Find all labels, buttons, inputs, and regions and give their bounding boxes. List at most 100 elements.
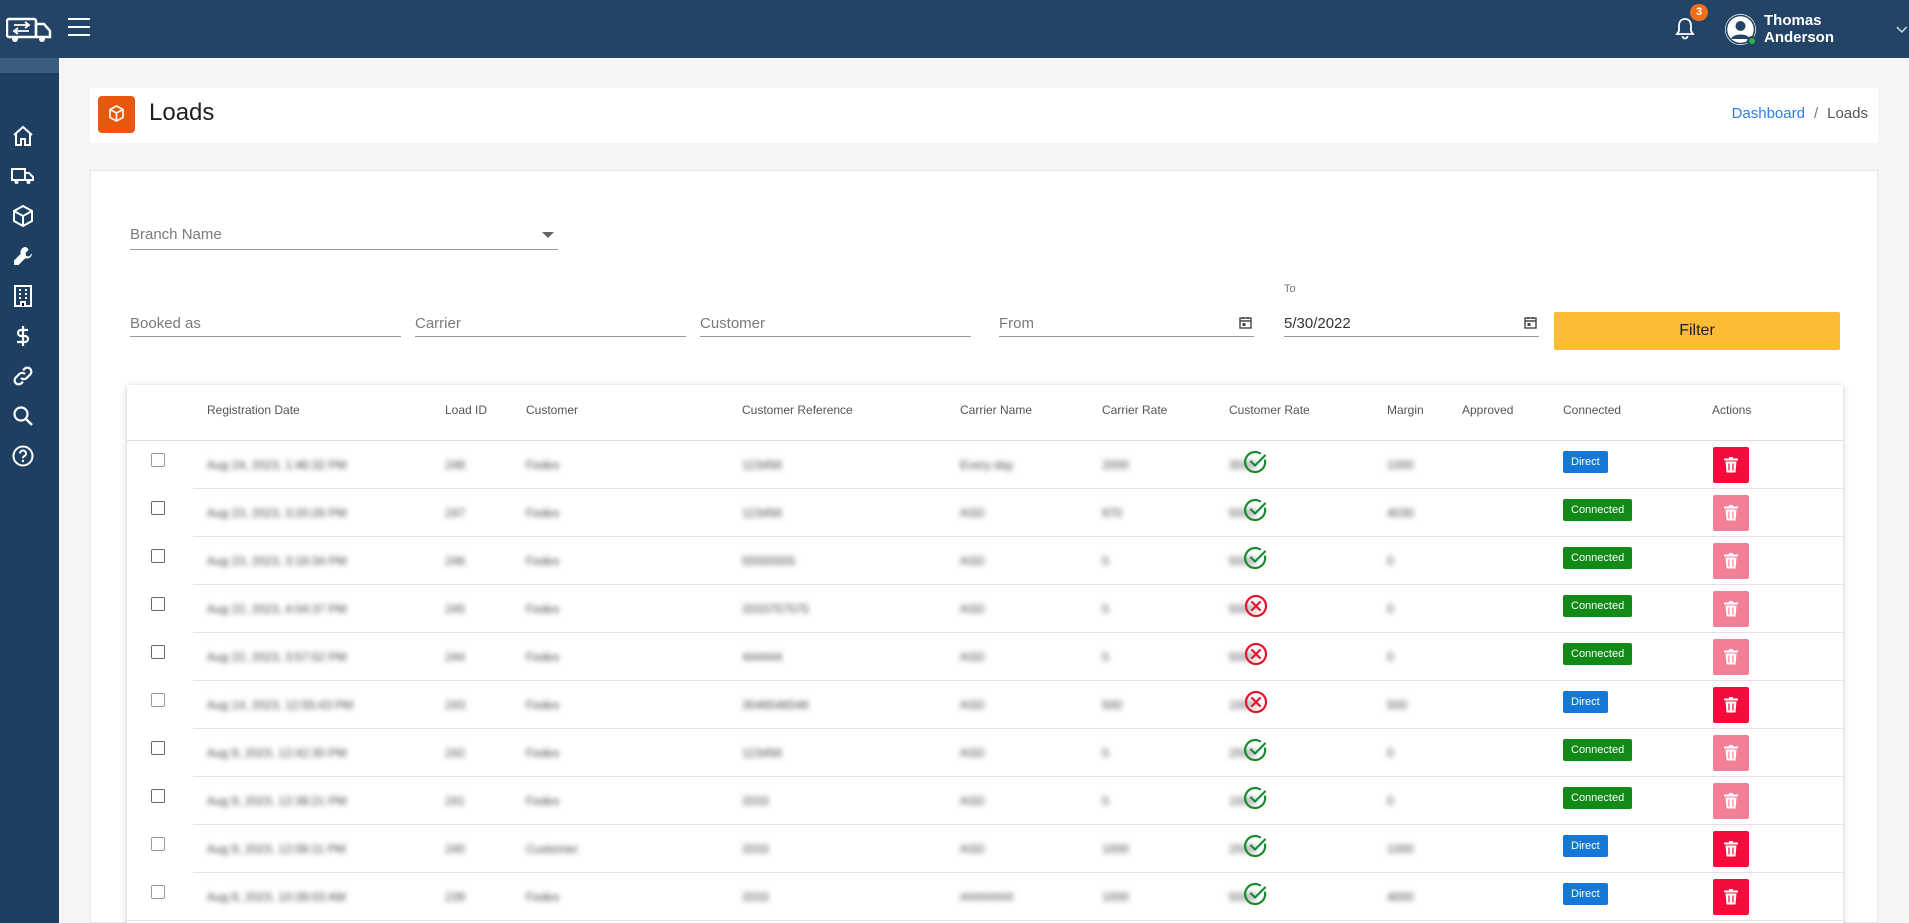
row-checkbox[interactable] <box>151 885 165 899</box>
to-date-input[interactable] <box>1284 307 1539 335</box>
cell-ref: 444444 <box>742 650 783 664</box>
avatar <box>1725 13 1757 46</box>
table-row[interactable]: Aug 24, 2023, 1:46:32 PM 248 Fedex 123456 Ev… <box>127 441 1843 489</box>
calendar-icon[interactable] <box>1524 316 1537 329</box>
delete-button[interactable] <box>1713 639 1749 675</box>
table-row[interactable]: Aug 9, 2023, 12:38:21 PM 241 Fedex 3333 ASD 0… <box>127 777 1843 825</box>
delete-button[interactable] <box>1713 879 1749 915</box>
cell-ref: 123456 <box>742 506 783 520</box>
box-icon[interactable] <box>11 204 35 228</box>
hamburger-menu-icon[interactable] <box>68 18 92 40</box>
customer-field[interactable] <box>700 307 971 337</box>
row-checkbox[interactable] <box>151 645 165 659</box>
table-row[interactable]: Aug 14, 2023, 12:55:43 PM 243 Fedex 3546546… <box>127 681 1843 729</box>
table-row[interactable]: Aug 8, 2023, 10:39:03 AM 239 Fedex 3333 ####… <box>127 873 1843 921</box>
truck-logo-icon[interactable] <box>6 14 52 44</box>
trash-icon <box>1724 649 1738 665</box>
booked-as-field[interactable] <box>130 307 401 337</box>
row-checkbox[interactable] <box>151 549 165 563</box>
row-checkbox[interactable] <box>151 501 165 515</box>
cell-id: 248 <box>445 458 466 472</box>
help-icon[interactable] <box>11 444 35 468</box>
bell-icon[interactable] <box>1674 16 1696 40</box>
truck-icon[interactable] <box>11 164 35 188</box>
search-icon[interactable] <box>11 404 35 428</box>
branch-name-select[interactable]: Branch Name <box>130 220 558 250</box>
cell-carrier: ASD <box>960 602 985 616</box>
column-header-carrier-rate[interactable]: Carrier Rate <box>1102 403 1167 417</box>
cell-carrier-rate: 0 <box>1102 746 1109 760</box>
carrier-input[interactable] <box>415 307 686 335</box>
connection-status-badge: Connected <box>1563 547 1633 569</box>
row-checkbox[interactable] <box>151 789 165 803</box>
row-checkbox[interactable] <box>151 741 165 755</box>
building-icon[interactable] <box>11 284 35 308</box>
column-header-approved[interactable]: Approved <box>1462 403 1513 417</box>
approved-check-icon <box>1244 450 1267 474</box>
breadcrumb: Dashboard / Loads <box>1732 105 1868 122</box>
row-checkbox[interactable] <box>151 453 165 467</box>
cell-margin: 500 <box>1387 698 1408 712</box>
delete-button[interactable] <box>1713 687 1749 723</box>
delete-button[interactable] <box>1713 735 1749 771</box>
connection-status-badge: Connected <box>1563 739 1633 761</box>
delete-button[interactable] <box>1713 543 1749 579</box>
connection-status-badge: Connected <box>1563 595 1633 617</box>
delete-button[interactable] <box>1713 591 1749 627</box>
row-checkbox[interactable] <box>151 693 165 707</box>
column-header-customer-reference[interactable]: Customer Reference <box>742 403 853 417</box>
delete-button[interactable] <box>1713 783 1749 819</box>
table-row[interactable]: Aug 9, 2023, 12:42:30 PM 242 Fedex 123456 AS… <box>127 729 1843 777</box>
from-date-field[interactable] <box>999 307 1254 337</box>
cell-carrier: ASD <box>960 746 985 760</box>
table-row[interactable]: Aug 23, 2023, 3:18:34 PM 246 Fedex 55555555… <box>127 537 1843 585</box>
table-row[interactable]: Aug 22, 2023, 3:57:52 PM 244 Fedex 444444 AS… <box>127 633 1843 681</box>
booked-as-input[interactable] <box>130 307 401 335</box>
cell-date: Aug 9, 2023, 12:38:21 PM <box>207 794 347 808</box>
calendar-icon[interactable] <box>1239 316 1252 329</box>
cell-id: 245 <box>445 602 466 616</box>
column-header-customer-rate[interactable]: Customer Rate <box>1229 403 1310 417</box>
carrier-field[interactable] <box>415 307 686 337</box>
delete-button[interactable] <box>1713 495 1749 531</box>
row-checkbox[interactable] <box>151 837 165 851</box>
column-header-registration-date[interactable]: Registration Date <box>207 403 300 417</box>
delete-button[interactable] <box>1713 447 1749 483</box>
cell-ref: 3333 <box>742 842 769 856</box>
filter-button[interactable]: Filter <box>1554 312 1840 350</box>
column-header-connected[interactable]: Connected <box>1563 403 1621 417</box>
breadcrumb-current: Loads <box>1827 105 1868 122</box>
column-header-load-id[interactable]: Load ID <box>445 403 487 417</box>
breadcrumb-dashboard-link[interactable]: Dashboard <box>1732 105 1805 122</box>
column-header-carrier-name[interactable]: Carrier Name <box>960 403 1032 417</box>
link-icon[interactable] <box>11 364 35 388</box>
not-approved-x-icon <box>1244 690 1268 714</box>
table-row[interactable]: Aug 23, 2023, 3:20:26 PM 247 Fedex 123456 AS… <box>127 489 1843 537</box>
cell-id: 242 <box>445 746 466 760</box>
trash-icon <box>1724 697 1738 713</box>
to-date-field[interactable]: To <box>1284 283 1539 337</box>
caret-down-icon <box>542 232 554 238</box>
table-row[interactable]: Aug 22, 2023, 4:04:37 PM 245 Fedex 33337575… <box>127 585 1843 633</box>
from-date-input[interactable] <box>999 307 1254 335</box>
user-menu[interactable]: Thomas Anderson <box>1725 12 1909 46</box>
cell-id: 247 <box>445 506 466 520</box>
home-icon[interactable] <box>11 124 35 148</box>
column-header-customer[interactable]: Customer <box>526 403 578 417</box>
column-header-margin[interactable]: Margin <box>1387 403 1424 417</box>
to-date-label: To <box>1284 283 1296 295</box>
cell-ref: 3333 <box>742 890 769 904</box>
loads-card: Branch Name To Filter Registration Date … <box>90 170 1878 923</box>
cell-id: 243 <box>445 698 466 712</box>
wrench-icon[interactable] <box>11 244 35 268</box>
customer-input[interactable] <box>700 307 971 335</box>
table-row[interactable]: Aug 9, 2023, 12:08:11 PM 240 Customer 3333 A… <box>127 825 1843 873</box>
cell-date: Aug 23, 2023, 3:18:34 PM <box>207 554 347 568</box>
approved-check-icon <box>1244 546 1267 570</box>
delete-button[interactable] <box>1713 831 1749 867</box>
cell-ref: 55555555 <box>742 554 796 568</box>
dollar-icon[interactable] <box>11 324 35 348</box>
cell-carrier-rate: 1000 <box>1102 890 1129 904</box>
approved-check-icon <box>1244 834 1267 858</box>
row-checkbox[interactable] <box>151 597 165 611</box>
